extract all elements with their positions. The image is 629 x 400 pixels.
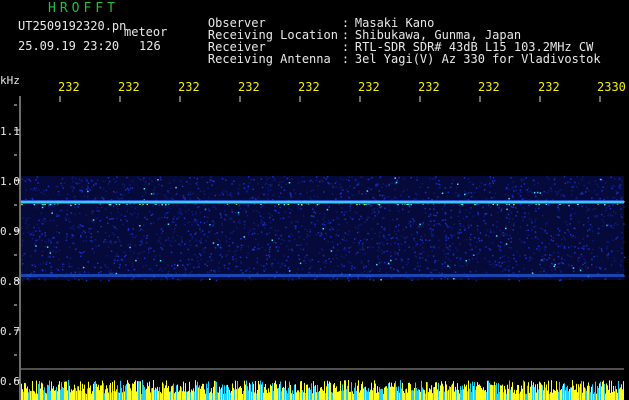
time-tick-label: 232 bbox=[358, 80, 380, 94]
time-tick-label: 232 bbox=[298, 80, 320, 94]
header-panel: HROFFT UT2509192320.pn meteor 25.09.19 2… bbox=[0, 0, 629, 70]
time-tick-label: 2330 bbox=[597, 80, 626, 94]
time-tick-label: 232 bbox=[418, 80, 440, 94]
freq-tick-label: 0.8 bbox=[0, 275, 20, 288]
app-title: HROFFT bbox=[48, 1, 119, 16]
freq-tick-label: 0.9 bbox=[0, 225, 20, 238]
info-row-antenna: Receiving Antenna: 3el Yagi(V) Az 330 fo… bbox=[207, 52, 601, 66]
freq-tick-label: 1.0 bbox=[0, 175, 20, 188]
file-name: UT2509192320.pn bbox=[18, 19, 127, 33]
frequency-unit-label: kHz bbox=[0, 74, 20, 87]
time-tick-label: 232 bbox=[178, 80, 200, 94]
time-tick-label: 232 bbox=[238, 80, 260, 94]
time-tick-label: 232 bbox=[118, 80, 140, 94]
time-tick-label: 232 bbox=[538, 80, 560, 94]
time-tick-label: 232 bbox=[478, 80, 500, 94]
spectrogram-plot bbox=[0, 96, 629, 400]
freq-tick-label: 1.1 bbox=[0, 125, 20, 138]
info-value: 3el Yagi(V) Az 330 for Vladivostok bbox=[354, 52, 601, 66]
time-tick-label: 232 bbox=[58, 80, 80, 94]
detection-count: 126 bbox=[139, 39, 161, 53]
meteor-tag: meteor bbox=[124, 25, 168, 39]
freq-tick-label: 0.7 bbox=[0, 325, 20, 338]
info-label: Receiving Antenna bbox=[207, 52, 331, 66]
date-time: 25.09.19 23:20 bbox=[18, 39, 120, 53]
freq-tick-label: 0.6 bbox=[0, 375, 20, 388]
